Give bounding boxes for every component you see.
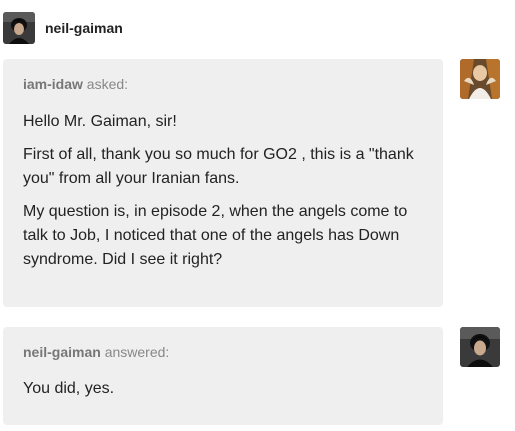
answer-bubble: neil-gaiman answered: You did, yes. bbox=[3, 327, 443, 425]
answer-body: You did, yes. bbox=[23, 377, 423, 401]
answerer-avatar[interactable] bbox=[460, 327, 500, 367]
answerer-name-link[interactable]: neil-gaiman bbox=[23, 344, 101, 360]
answer-meta: neil-gaiman answered: bbox=[23, 344, 423, 360]
ask-meta: iam-idaw asked: bbox=[23, 76, 423, 92]
asker-name-link[interactable]: iam-idaw bbox=[23, 76, 83, 92]
angel-figure-icon bbox=[460, 59, 500, 99]
post-header: neil-gaiman bbox=[3, 12, 123, 44]
ask-body: Hello Mr. Gaiman, sir! First of all, tha… bbox=[23, 110, 423, 272]
ask-bubble: iam-idaw asked: Hello Mr. Gaiman, sir! F… bbox=[3, 59, 443, 307]
answer-paragraph: You did, yes. bbox=[23, 380, 115, 397]
blog-avatar[interactable] bbox=[3, 12, 35, 44]
answered-label: answered: bbox=[104, 344, 170, 360]
person-portrait-icon bbox=[460, 327, 500, 367]
asker-avatar[interactable] bbox=[460, 59, 500, 99]
asked-label: asked: bbox=[86, 76, 129, 92]
ask-paragraph: Hello Mr. Gaiman, sir! bbox=[23, 113, 177, 130]
ask-paragraph: First of all, thank you so much for GO2 … bbox=[23, 146, 414, 187]
person-portrait-icon bbox=[3, 12, 35, 44]
blog-name-link[interactable]: neil-gaiman bbox=[45, 20, 123, 36]
ask-paragraph: My question is, in episode 2, when the a… bbox=[23, 203, 408, 268]
